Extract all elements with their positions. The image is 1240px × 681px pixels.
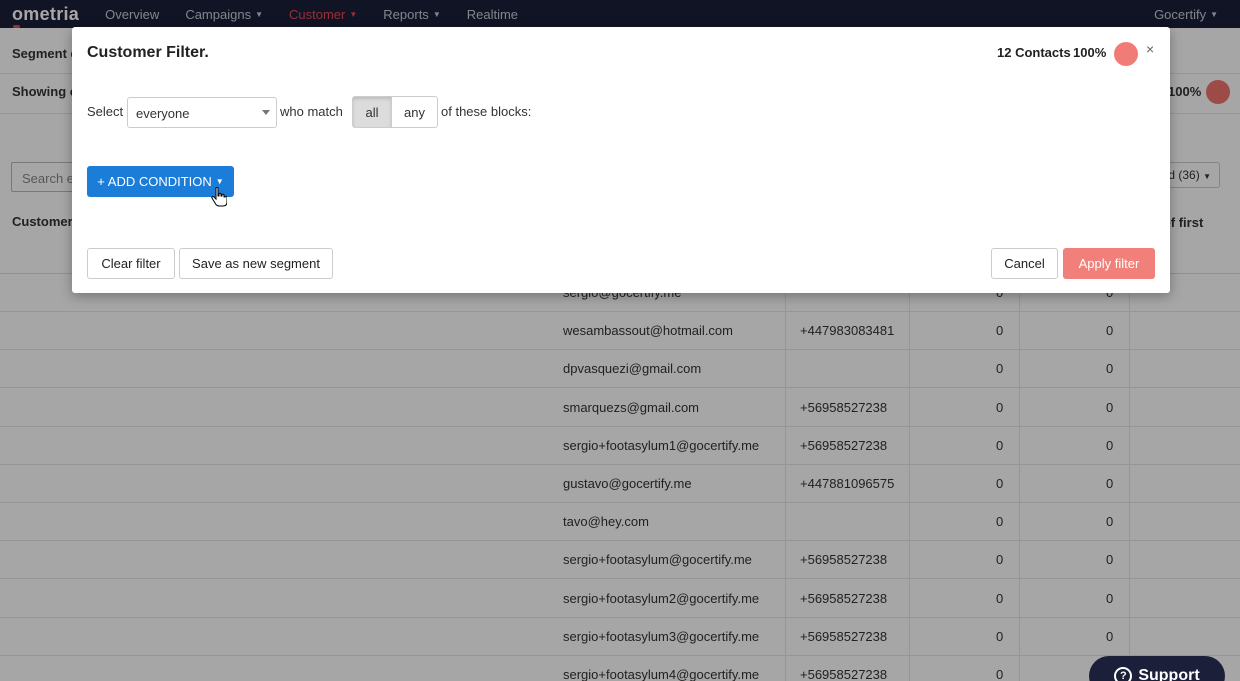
contacts-percent: 100%	[1073, 45, 1107, 60]
match-toggle: all any	[352, 96, 438, 128]
support-button[interactable]: ? Support	[1089, 656, 1225, 681]
contacts-count: 12 Contacts	[997, 45, 1071, 60]
save-segment-button[interactable]: Save as new segment	[179, 248, 333, 279]
help-icon: ?	[1114, 667, 1133, 681]
match-all-button[interactable]: all	[352, 96, 392, 128]
hand-cursor-icon	[211, 187, 227, 207]
apply-filter-button[interactable]: Apply filter	[1063, 248, 1155, 279]
status-circle	[1114, 42, 1138, 66]
audience-select[interactable]: everyone	[127, 97, 277, 128]
select-label: Select	[87, 104, 124, 119]
cancel-button[interactable]: Cancel	[991, 248, 1058, 279]
customer-filter-modal: Customer Filter. 12 Contacts 100% × Sele…	[72, 27, 1170, 293]
blocks-label: of these blocks:	[441, 104, 532, 119]
close-icon[interactable]: ×	[1146, 41, 1154, 57]
modal-title: Customer Filter.	[87, 44, 209, 61]
match-any-button[interactable]: any	[392, 96, 438, 128]
match-label: who match	[280, 104, 343, 119]
chevron-down-icon: ▼	[215, 177, 224, 186]
dropdown-arrow-icon	[262, 110, 270, 115]
clear-filter-button[interactable]: Clear filter	[87, 248, 175, 279]
